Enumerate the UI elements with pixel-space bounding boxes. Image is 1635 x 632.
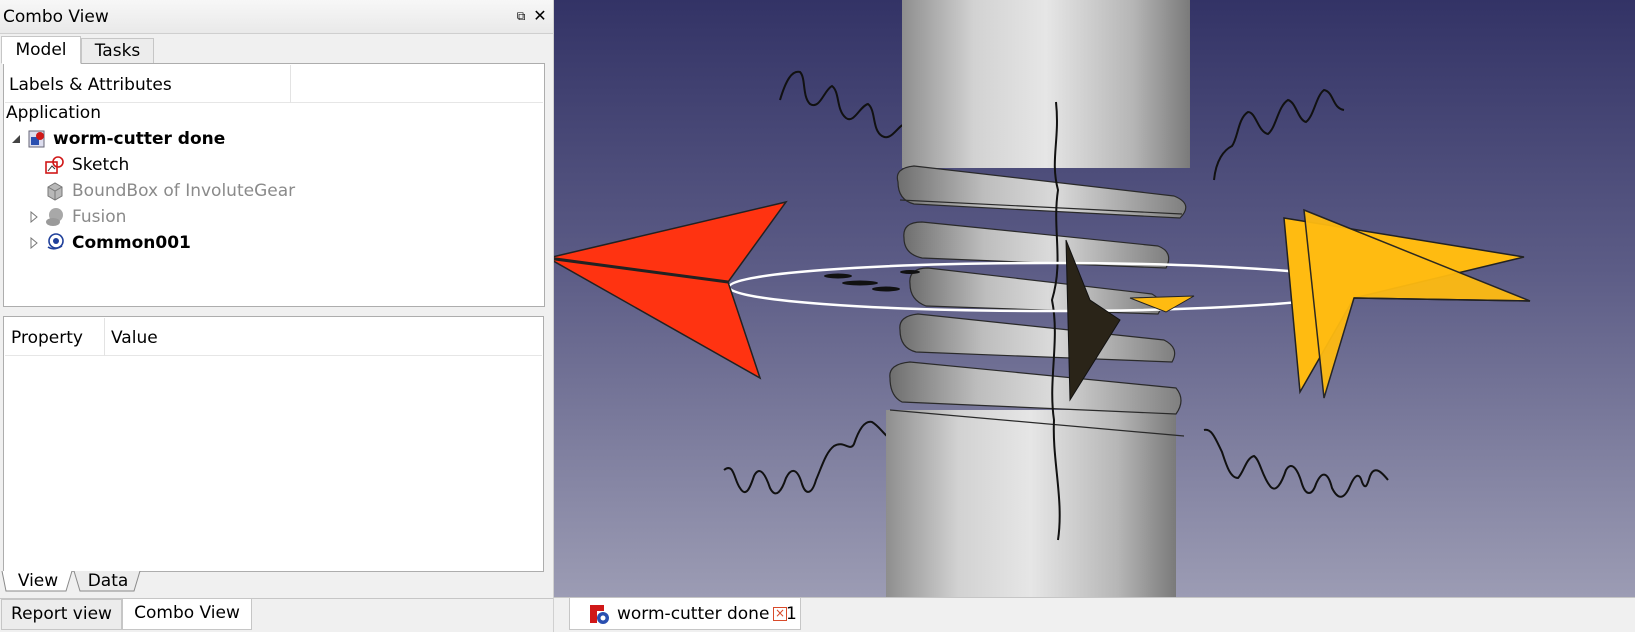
x-axis-arrow[interactable] xyxy=(554,200,788,380)
dock-title: Combo View xyxy=(3,7,109,27)
tab-model[interactable]: Model xyxy=(1,36,81,64)
combo-view-panel: Combo View ⧉ ✕ Model Tasks Labels & Attr… xyxy=(0,0,553,632)
document-tab-bar: worm-cutter done : 1 × xyxy=(554,597,1635,632)
view-data-tabs: View Data xyxy=(0,571,553,593)
fusion-icon xyxy=(46,208,63,226)
model-tree[interactable]: Labels & Attributes Application worm-cut… xyxy=(3,63,545,307)
expand-arrow-icon[interactable] xyxy=(28,211,40,223)
worm-shaft-upper xyxy=(902,0,1190,168)
tree-header: Labels & Attributes xyxy=(5,65,543,103)
property-header: Property Value xyxy=(5,318,542,356)
box-icon xyxy=(47,182,63,201)
tab-combo-view[interactable]: Combo View xyxy=(122,599,252,630)
3d-scene[interactable] xyxy=(554,0,1635,597)
tab-report-view[interactable]: Report view xyxy=(1,599,122,630)
tree-item-common001[interactable]: Common001 xyxy=(4,230,534,256)
property-column-header[interactable]: Property xyxy=(11,328,83,348)
column-divider xyxy=(104,318,105,356)
tree-column-header[interactable]: Labels & Attributes xyxy=(9,75,172,95)
tree-item-sketch[interactable]: Sketch xyxy=(4,152,534,178)
close-icon[interactable]: × xyxy=(773,607,787,621)
expand-arrow-icon[interactable] xyxy=(28,237,40,249)
document-tab[interactable]: worm-cutter done : 1 × xyxy=(569,598,801,630)
property-view[interactable]: Property Value xyxy=(3,316,544,572)
tab-tasks[interactable]: Tasks xyxy=(81,38,154,64)
sketch-icon xyxy=(45,156,64,174)
rotation-marks xyxy=(824,270,920,292)
document-tab-label: worm-cutter done : 1 xyxy=(617,604,797,624)
tab-view[interactable]: View xyxy=(8,571,68,593)
worm-shaft-lower xyxy=(886,410,1176,597)
tree-item-boundbox[interactable]: BoundBox of InvoluteGear xyxy=(4,178,534,204)
tree-item-label: BoundBox of InvoluteGear xyxy=(72,181,296,201)
collapse-arrow-icon[interactable] xyxy=(10,133,22,145)
column-divider xyxy=(290,65,291,103)
value-column-header[interactable]: Value xyxy=(111,328,158,348)
y-axis-arrow[interactable] xyxy=(1129,208,1531,399)
document-icon xyxy=(28,130,45,148)
common-icon xyxy=(47,233,64,250)
close-icon[interactable]: ✕ xyxy=(533,8,547,24)
tab-data[interactable]: Data xyxy=(78,571,138,593)
section-label: Application xyxy=(6,103,101,123)
tree-item-label: Sketch xyxy=(72,155,130,175)
tree-item-fusion[interactable]: Fusion xyxy=(4,204,534,230)
tree-item-label: worm-cutter done xyxy=(53,129,226,149)
dock-title-bar: Combo View ⧉ ✕ xyxy=(0,0,553,34)
3d-viewport[interactable] xyxy=(554,0,1635,597)
tree-item-document[interactable]: worm-cutter done xyxy=(4,126,534,152)
tree-item-label: Fusion xyxy=(72,207,127,227)
bottom-dock-tabs: Report view Combo View xyxy=(0,598,553,632)
float-icon[interactable]: ⧉ xyxy=(514,9,528,23)
tree-item-label: Common001 xyxy=(72,233,191,253)
freecad-document-icon xyxy=(590,605,609,624)
